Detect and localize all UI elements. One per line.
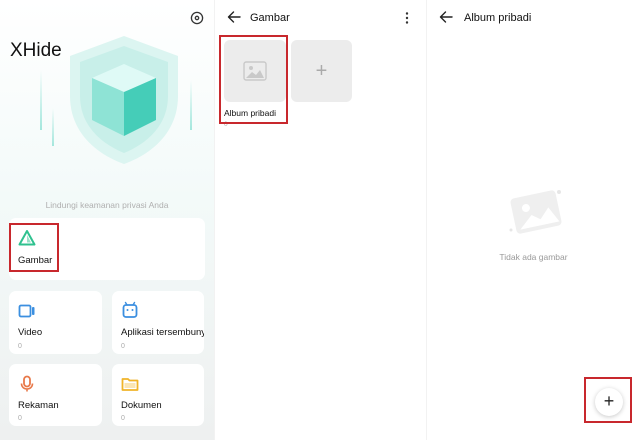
microphone-icon bbox=[20, 375, 34, 392]
plus-icon: + bbox=[315, 60, 328, 82]
settings-icon[interactable] bbox=[190, 11, 204, 25]
page-title: Gambar bbox=[250, 12, 290, 24]
decoration-line bbox=[52, 108, 54, 146]
empty-state-text: Tidak ada gambar bbox=[499, 252, 568, 262]
album-pribadi-screen: Album pribadi Tidak ada gambar + bbox=[427, 0, 640, 440]
category-count: 0 bbox=[18, 415, 22, 422]
tagline: Lindungi keamanan privasi Anda bbox=[45, 200, 169, 210]
empty-image-illustration bbox=[509, 190, 562, 234]
more-options-icon[interactable] bbox=[401, 11, 413, 25]
video-icon bbox=[18, 304, 35, 318]
xhide-home-screen: XHide Lindungi keamanan privasi Anda Gam… bbox=[0, 0, 214, 440]
category-count: 0 bbox=[18, 343, 22, 350]
category-card-rekaman[interactable]: Rekaman 0 bbox=[9, 364, 102, 426]
highlight-box bbox=[584, 377, 632, 423]
category-card-dokumen[interactable]: Dokumen 0 bbox=[112, 364, 204, 426]
back-arrow-icon[interactable] bbox=[439, 10, 453, 24]
highlight-box bbox=[219, 35, 288, 124]
category-count: 0 bbox=[121, 415, 125, 422]
folder-icon bbox=[121, 378, 139, 391]
gambar-screen: Gambar Album pribadi 0 + bbox=[215, 0, 426, 440]
decoration-line bbox=[40, 70, 42, 130]
category-label: Dokumen bbox=[121, 400, 162, 411]
category-card-aplikasi[interactable]: Aplikasi tersembunyi 0 bbox=[112, 291, 204, 354]
category-label: Aplikasi tersembunyi bbox=[121, 327, 204, 338]
back-arrow-icon[interactable] bbox=[227, 10, 241, 24]
decoration-line bbox=[190, 80, 192, 130]
app-title: XHide bbox=[10, 40, 62, 61]
category-count: 0 bbox=[121, 343, 125, 350]
page-title: Album pribadi bbox=[464, 12, 532, 24]
category-label: Rekaman bbox=[18, 400, 59, 411]
shield-illustration bbox=[70, 36, 178, 164]
android-icon bbox=[122, 301, 138, 318]
add-album-button[interactable]: + bbox=[291, 40, 352, 102]
category-label: Video bbox=[18, 327, 43, 338]
highlight-box bbox=[9, 223, 59, 272]
category-card-video[interactable]: Video 0 bbox=[9, 291, 102, 354]
